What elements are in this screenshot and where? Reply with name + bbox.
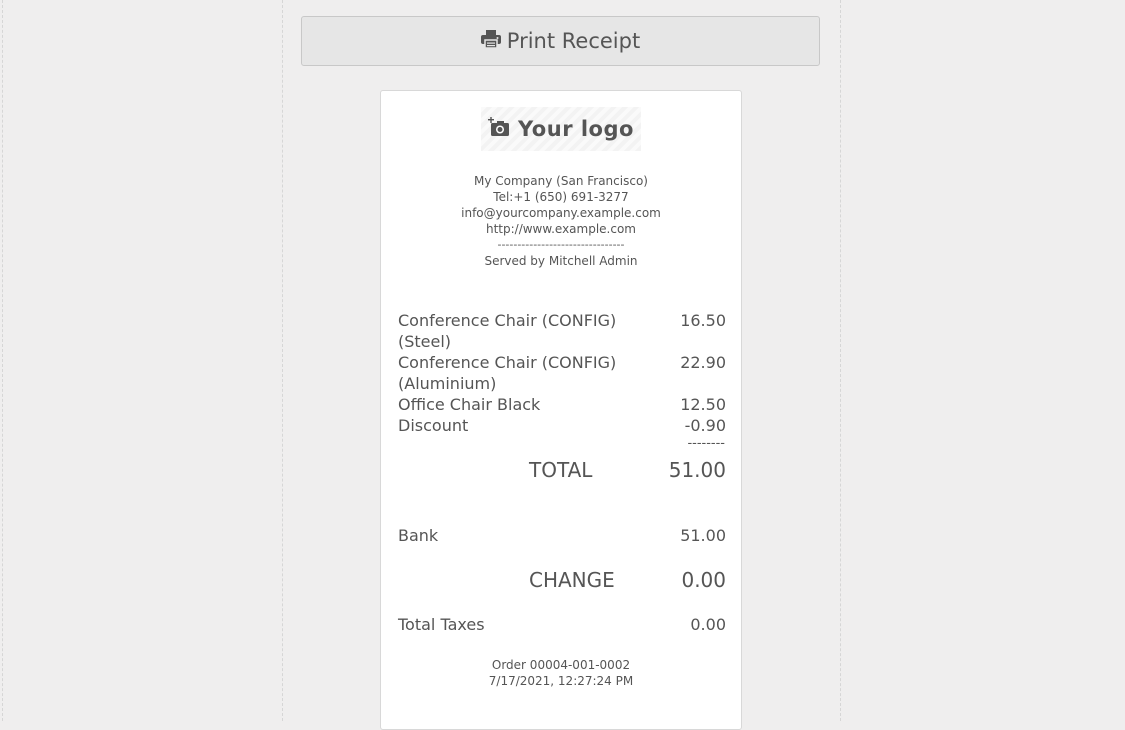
order-datetime: 7/17/2021, 12:27:24 PM (488, 674, 634, 688)
page-guide-line (2, 0, 3, 721)
total-value: 51.00 (668, 458, 726, 482)
company-email: info@yourcompany.example.com (461, 206, 661, 220)
line-product-name: Discount (398, 416, 469, 435)
change-value: 0.00 (681, 568, 726, 592)
taxes-row: Total Taxes 0.00 (398, 614, 726, 635)
company-info: My Company (San Francisco) Tel:+1 (650) … (381, 173, 741, 269)
order-number: Order 00004-001-0002 (491, 658, 631, 672)
camera-add-icon (488, 117, 510, 141)
line-product-name: Conference Chair (CONFIG) (Steel) (398, 311, 617, 351)
receipt-line: Conference Chair (CONFIG) (Steel) 16.50 (398, 310, 726, 352)
line-price: -0.90 (684, 416, 726, 435)
company-phone: Tel:+1 (650) 691-3277 (493, 190, 629, 204)
company-name: My Company (San Francisco) (474, 174, 648, 188)
line-price: 22.90 (680, 353, 726, 372)
receipt-footer: Order 00004-001-0002 7/17/2021, 12:27:24… (381, 657, 741, 689)
print-receipt-button[interactable]: Print Receipt (301, 16, 820, 66)
payment-method: Bank (398, 526, 439, 545)
subtotal-separator: -------- (687, 436, 725, 451)
company-logo: Your logo (481, 107, 641, 151)
print-receipt-label: Print Receipt (506, 29, 641, 53)
change-row: CHANGE 0.00 (398, 567, 726, 593)
company-website: http://www.example.com (485, 222, 636, 236)
receipt-line: Office Chair Black 12.50 (398, 394, 726, 415)
receipt-paper: Your logo My Company (San Francisco) Tel… (380, 90, 742, 730)
header-separator: -------------------------------- (497, 238, 625, 251)
total-label: TOTAL (529, 458, 593, 482)
payment-row: Bank 51.00 (398, 525, 726, 546)
line-price: 12.50 (680, 395, 726, 414)
receipt-line: Conference Chair (CONFIG) (Aluminium) 22… (398, 352, 726, 394)
line-product-name: Office Chair Black (398, 395, 541, 414)
taxes-value: 0.00 (690, 615, 726, 634)
served-by: Served by Mitchell Admin (484, 254, 638, 268)
taxes-label: Total Taxes (398, 615, 485, 634)
total-row: TOTAL 51.00 (398, 457, 726, 483)
line-price: 16.50 (680, 311, 726, 330)
line-product-name: Conference Chair (CONFIG) (Aluminium) (398, 353, 617, 393)
payment-amount: 51.00 (680, 526, 726, 545)
logo-text: Your logo (518, 117, 634, 141)
printer-icon (480, 30, 501, 52)
change-label: CHANGE (529, 568, 615, 592)
receipt-line: Discount -0.90 (398, 415, 726, 436)
